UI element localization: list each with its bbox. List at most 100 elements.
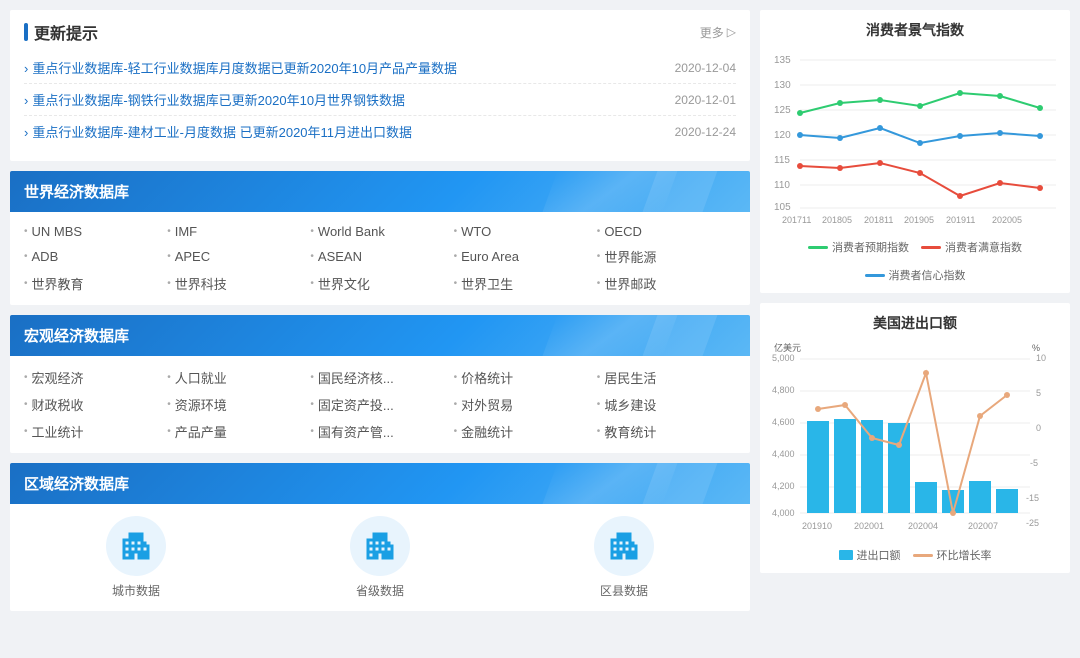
db-item[interactable]: UN MBS	[24, 224, 163, 239]
db-item[interactable]: 金融统计	[454, 422, 593, 441]
consumer-chart-card: 消费者景气指数 135 130 125 120 115 110 105	[760, 10, 1070, 293]
area-item[interactable]: 省级数据	[268, 516, 492, 599]
update-item: 重点行业数据库-钢铁行业数据库已更新2020年10月世界钢铁数据 2020-12…	[24, 84, 736, 116]
legend-dot	[865, 274, 885, 277]
svg-text:105: 105	[774, 202, 791, 213]
legend-item: 消费者预期指数	[808, 239, 909, 255]
db-item[interactable]: OECD	[597, 224, 736, 239]
update-title: 更新提示	[24, 20, 98, 44]
db-item[interactable]: 价格统计	[454, 368, 593, 387]
svg-text:4,600: 4,600	[772, 417, 795, 427]
db-item[interactable]: 世界文化	[310, 274, 449, 293]
legend-item: 消费者满意指数	[921, 239, 1022, 255]
update-link[interactable]: 重点行业数据库-钢铁行业数据库已更新2020年10月世界钢铁数据	[24, 90, 655, 109]
us-trade-chart-svg: 5,000 4,800 4,600 4,400 4,200 4,000 亿美元 …	[772, 341, 1058, 541]
svg-text:201711: 201711	[782, 215, 811, 225]
consumer-chart-container: 135 130 125 120 115 110 105	[772, 48, 1058, 283]
db-item[interactable]: 对外贸易	[454, 395, 593, 414]
area-item[interactable]: 城市数据	[24, 516, 248, 599]
legend-item: 环比增长率	[913, 547, 992, 563]
svg-text:201911: 201911	[946, 215, 975, 225]
world-db-header: 世界经济数据库	[10, 171, 750, 212]
world-db-content: UN MBS IMF World Bank WTO OECD ADBAPECASEAN Eu…	[10, 212, 750, 305]
svg-text:5: 5	[1036, 388, 1041, 398]
svg-text:202005: 202005	[992, 215, 1022, 225]
us-trade-chart-legend: 进出口额环比增长率	[772, 547, 1058, 563]
db-item[interactable]: 国有资产管...	[310, 422, 449, 441]
legend-dot	[921, 246, 941, 249]
macro-db-section: 宏观经济数据库 宏观经济人口就业国民经济核... 价格统计居民生活财政税收资源环境…	[10, 315, 750, 453]
legend-item: 进出口额	[839, 547, 901, 563]
db-item[interactable]: 世界教育	[24, 274, 163, 293]
db-item[interactable]: 固定资产投...	[310, 395, 449, 414]
world-db-title: 世界经济数据库	[24, 181, 129, 202]
svg-text:%: %	[1032, 343, 1040, 353]
svg-text:-5: -5	[1030, 458, 1038, 468]
area-label: 区县数据	[600, 582, 648, 599]
us-trade-chart-card: 美国进出口额 5,000 4,800 4,600 4,400 4,200 4,0…	[760, 303, 1070, 573]
db-item[interactable]: ASEAN	[310, 247, 449, 266]
db-item[interactable]: 国民经济核...	[310, 368, 449, 387]
area-icon	[106, 516, 166, 576]
area-label: 城市数据	[112, 582, 160, 599]
update-link[interactable]: 重点行业数据库-建材工业-月度数据 已更新2020年11月进出口数据	[24, 122, 655, 141]
svg-text:10: 10	[1036, 353, 1046, 363]
update-date: 2020-12-24	[675, 125, 736, 139]
update-section: 更新提示 更多 ▷ 重点行业数据库-轻工行业数据库月度数据已更新2020年10月…	[10, 10, 750, 161]
db-item[interactable]: 宏观经济	[24, 368, 163, 387]
area-item[interactable]: 区县数据	[512, 516, 736, 599]
world-db-section: 世界经济数据库 UN MBS IMF World Bank WTO OECD ADBAPE…	[10, 171, 750, 305]
svg-text:202007: 202007	[968, 521, 998, 531]
area-icon	[594, 516, 654, 576]
db-item[interactable]: 人口就业	[167, 368, 306, 387]
db-item[interactable]: 资源环境	[167, 395, 306, 414]
macro-db-header: 宏观经济数据库	[10, 315, 750, 356]
main-container: 更新提示 更多 ▷ 重点行业数据库-轻工行业数据库月度数据已更新2020年10月…	[0, 0, 1080, 621]
us-trade-chart-container: 5,000 4,800 4,600 4,400 4,200 4,000 亿美元 …	[772, 341, 1058, 563]
db-item[interactable]: 世界卫生	[454, 274, 593, 293]
db-item[interactable]: 世界邮政	[597, 274, 736, 293]
svg-text:5,000: 5,000	[772, 353, 795, 363]
db-item[interactable]: World Bank	[310, 224, 449, 239]
svg-text:4,200: 4,200	[772, 481, 795, 491]
db-item[interactable]: 居民生活	[597, 368, 736, 387]
db-item[interactable]: 产品产量	[167, 422, 306, 441]
area-icon	[350, 516, 410, 576]
update-item: 重点行业数据库-轻工行业数据库月度数据已更新2020年10月产品产量数据 202…	[24, 52, 736, 84]
more-link[interactable]: 更多 ▷	[700, 24, 736, 41]
db-item[interactable]: 城乡建设	[597, 395, 736, 414]
svg-text:115: 115	[774, 155, 790, 166]
svg-text:-25: -25	[1026, 518, 1039, 528]
db-item[interactable]: 工业统计	[24, 422, 163, 441]
area-db-section: 区域经济数据库 城市数据 省级数据 区县数据	[10, 463, 750, 611]
svg-text:135: 135	[774, 55, 791, 66]
db-item[interactable]: 世界能源	[597, 247, 736, 266]
update-list: 重点行业数据库-轻工行业数据库月度数据已更新2020年10月产品产量数据 202…	[24, 52, 736, 147]
db-item[interactable]: ADB	[24, 247, 163, 266]
db-item[interactable]: 教育统计	[597, 422, 736, 441]
update-date: 2020-12-04	[675, 61, 736, 75]
db-item[interactable]: WTO	[454, 224, 593, 239]
macro-db-title: 宏观经济数据库	[24, 325, 129, 346]
macro-db-content: 宏观经济人口就业国民经济核... 价格统计居民生活财政税收资源环境固定资产投...…	[10, 356, 750, 453]
svg-text:201905: 201905	[904, 215, 934, 225]
svg-text:201811: 201811	[864, 215, 893, 225]
legend-dot	[913, 554, 933, 557]
db-item[interactable]: 财政税收	[24, 395, 163, 414]
db-item[interactable]: Euro Area	[454, 247, 593, 266]
area-label: 省级数据	[356, 582, 404, 599]
svg-text:-15: -15	[1026, 493, 1039, 503]
db-item[interactable]: APEC	[167, 247, 306, 266]
svg-text:120: 120	[774, 130, 791, 141]
legend-bar	[839, 550, 853, 560]
more-arrow-icon: ▷	[727, 25, 736, 39]
update-link[interactable]: 重点行业数据库-轻工行业数据库月度数据已更新2020年10月产品产量数据	[24, 58, 655, 77]
legend-dot	[808, 246, 828, 249]
consumer-chart-svg: 135 130 125 120 115 110 105	[772, 48, 1058, 233]
svg-text:130: 130	[774, 80, 791, 91]
update-date: 2020-12-01	[675, 93, 736, 107]
left-panel: 更新提示 更多 ▷ 重点行业数据库-轻工行业数据库月度数据已更新2020年10月…	[10, 10, 750, 611]
area-db-title: 区域经济数据库	[24, 473, 129, 494]
db-item[interactable]: IMF	[167, 224, 306, 239]
db-item[interactable]: 世界科技	[167, 274, 306, 293]
